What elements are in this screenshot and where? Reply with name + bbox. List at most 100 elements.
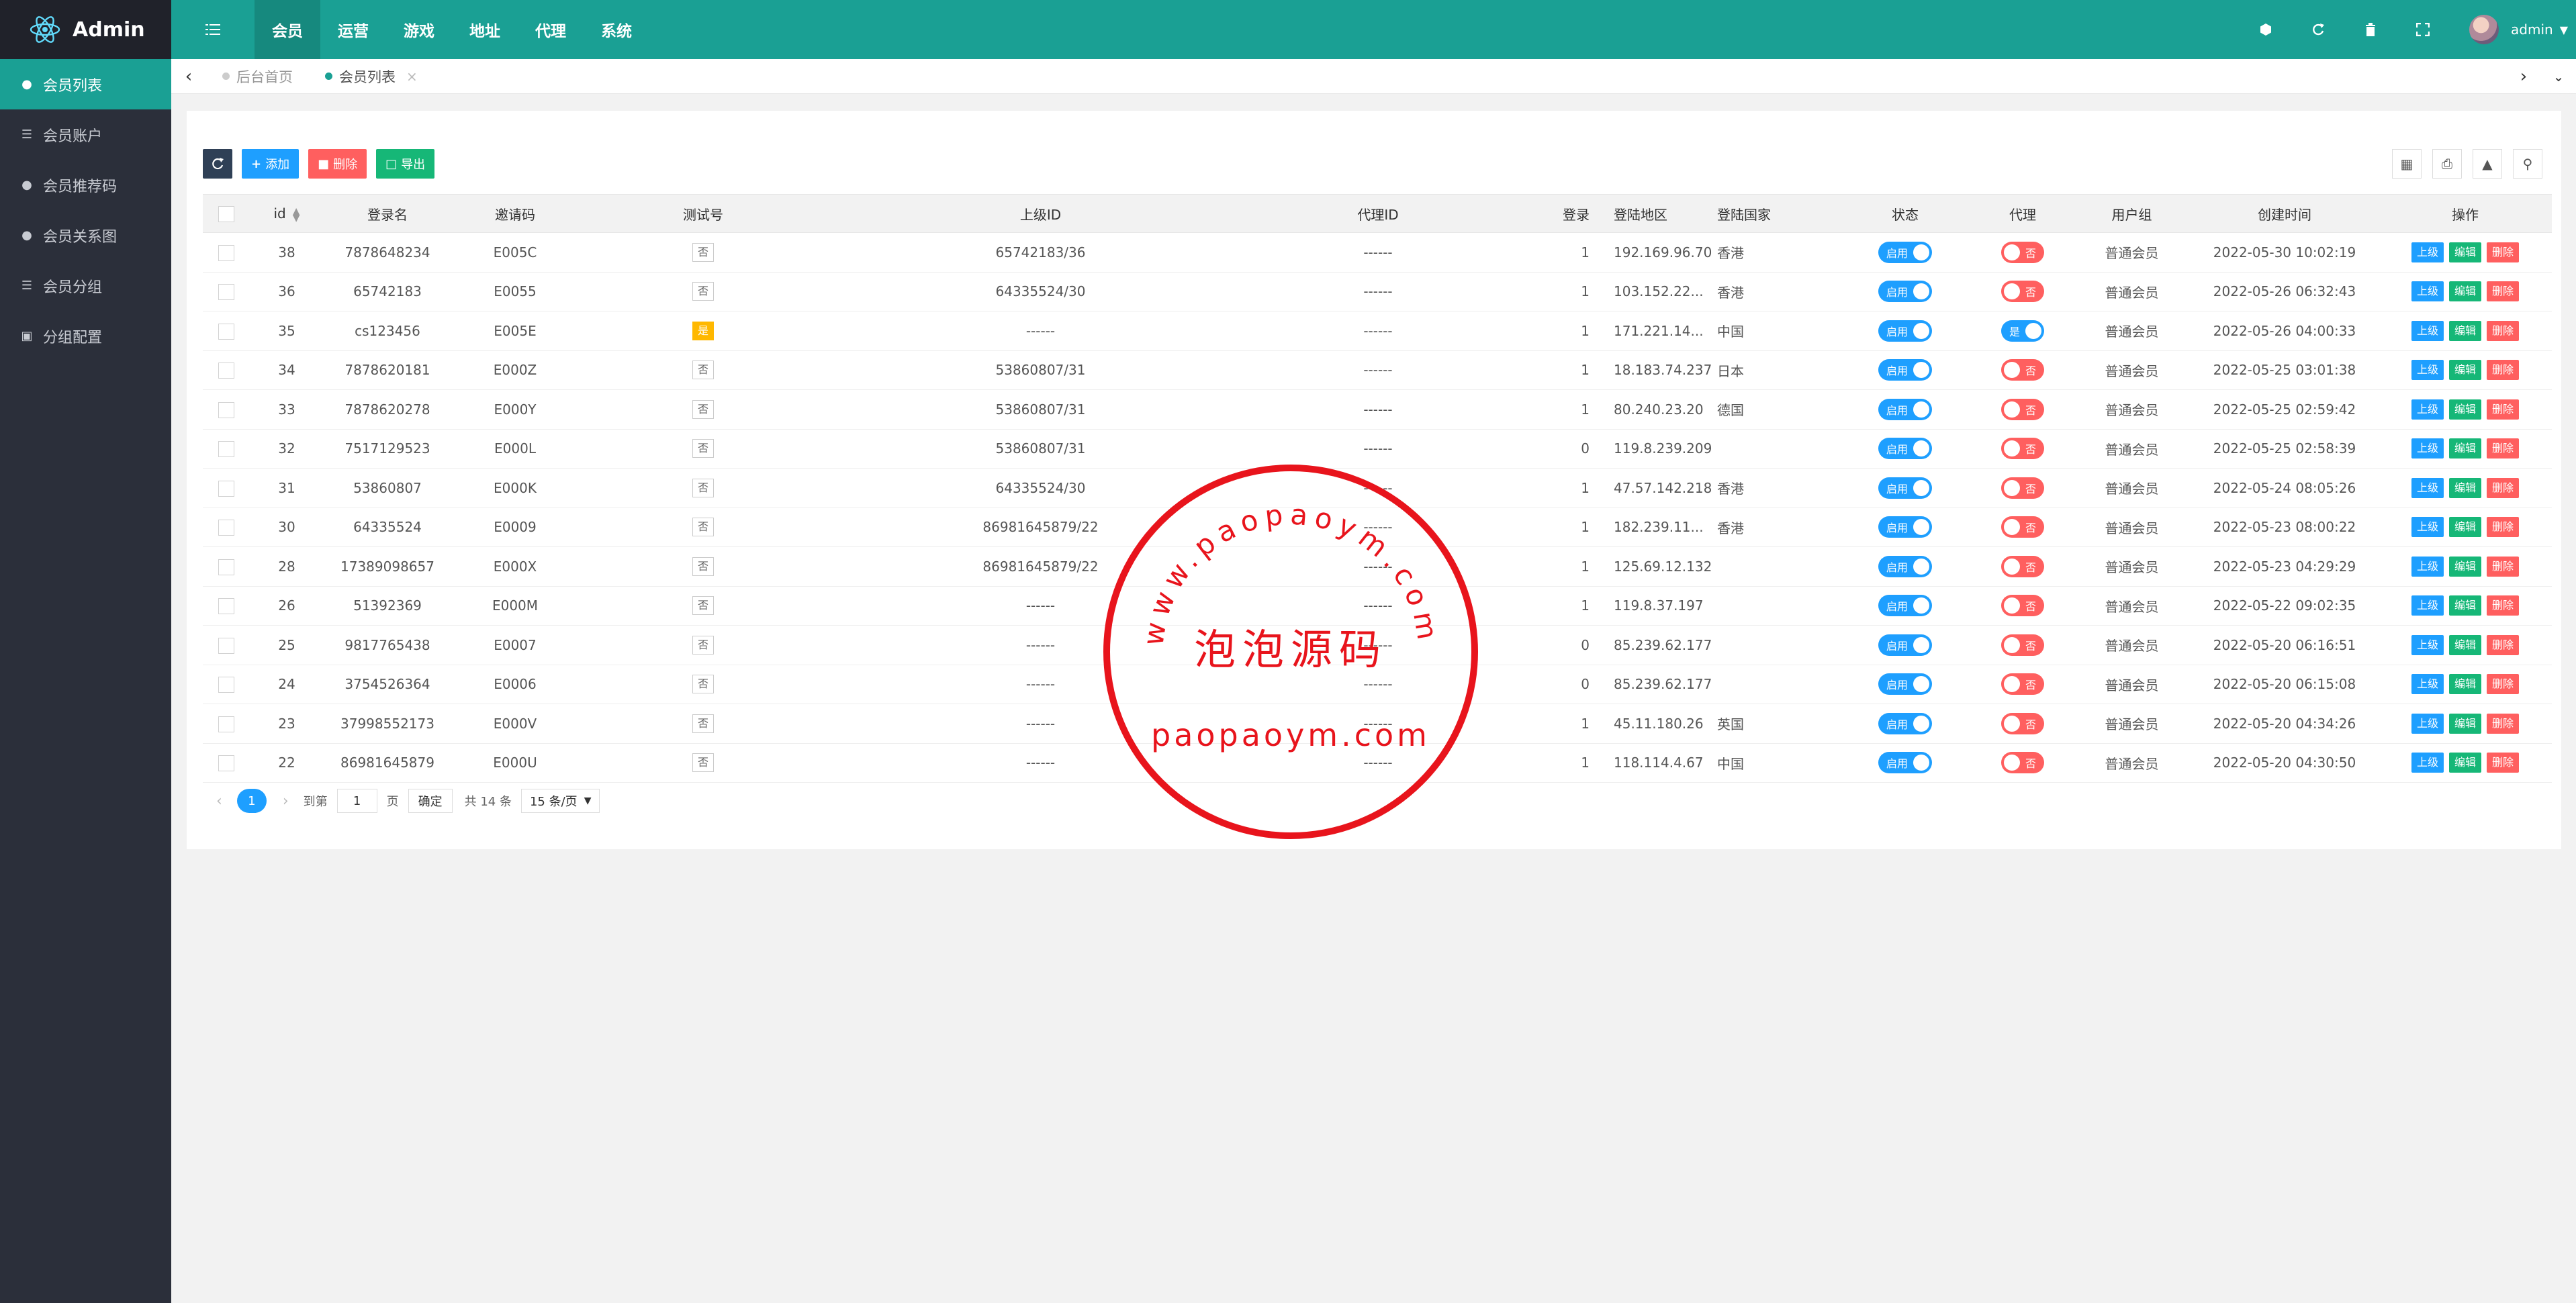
goto-page-input[interactable]: 1 — [336, 789, 377, 813]
goto-confirm-button[interactable]: 确定 — [408, 789, 453, 813]
export-icon[interactable]: ▲ — [2473, 149, 2502, 179]
agent-switch[interactable]: 否 — [2000, 752, 2044, 774]
nav-member[interactable]: 会员 — [255, 0, 320, 59]
status-switch[interactable]: 启用 — [1878, 712, 1932, 734]
fullscreen-icon[interactable] — [2397, 0, 2449, 59]
edit-button[interactable]: 编辑 — [2448, 320, 2481, 341]
row-delete-button[interactable]: 删除 — [2487, 595, 2520, 616]
sidebar-item-relation-graph[interactable]: ● 会员关系图 — [0, 210, 171, 260]
sidebar-item-group-config[interactable]: ▣ 分组配置 — [0, 311, 171, 361]
edit-button[interactable]: 编辑 — [2448, 281, 2481, 302]
edit-button[interactable]: 编辑 — [2448, 517, 2481, 538]
agent-switch[interactable]: 否 — [2000, 673, 2044, 695]
status-switch[interactable]: 启用 — [1878, 555, 1932, 577]
nav-game[interactable]: 游戏 — [386, 0, 452, 59]
agent-switch[interactable]: 否 — [2000, 241, 2044, 263]
row-checkbox[interactable] — [203, 625, 250, 665]
search-icon[interactable]: ⚲ — [2513, 149, 2542, 179]
test-flag[interactable]: 否 — [692, 478, 714, 497]
edit-button[interactable]: 编辑 — [2448, 595, 2481, 616]
test-flag[interactable]: 否 — [692, 596, 714, 616]
row-checkbox[interactable] — [203, 232, 250, 273]
row-delete-button[interactable]: 删除 — [2487, 477, 2520, 498]
parent-button[interactable]: 上级 — [2411, 281, 2444, 302]
row-checkbox[interactable] — [203, 389, 250, 430]
row-checkbox[interactable] — [203, 546, 250, 587]
test-flag[interactable]: 是 — [692, 321, 714, 340]
sidebar-item-referral-code[interactable]: ● 会员推荐码 — [0, 160, 171, 210]
row-checkbox[interactable] — [203, 586, 250, 626]
parent-button[interactable]: 上级 — [2411, 360, 2444, 381]
row-checkbox[interactable] — [203, 429, 250, 469]
user-menu[interactable]: admin ▼ — [2449, 15, 2568, 44]
row-checkbox[interactable] — [203, 272, 250, 311]
edit-button[interactable]: 编辑 — [2448, 674, 2481, 695]
edit-button[interactable]: 编辑 — [2448, 477, 2481, 498]
row-delete-button[interactable]: 删除 — [2487, 320, 2520, 341]
parent-button[interactable]: 上级 — [2411, 674, 2444, 695]
test-flag[interactable]: 否 — [692, 675, 714, 694]
menu-toggle-icon[interactable] — [171, 0, 255, 59]
status-switch[interactable]: 启用 — [1878, 634, 1932, 656]
chevron-down-icon[interactable]: ⌄ — [2541, 59, 2576, 94]
row-delete-button[interactable]: 删除 — [2487, 634, 2520, 655]
edit-button[interactable]: 编辑 — [2448, 634, 2481, 655]
row-delete-button[interactable]: 删除 — [2487, 713, 2520, 734]
edit-button[interactable]: 编辑 — [2448, 242, 2481, 262]
row-checkbox[interactable] — [203, 704, 250, 744]
edit-button[interactable]: 编辑 — [2448, 399, 2481, 420]
row-checkbox[interactable] — [203, 665, 250, 704]
test-flag[interactable]: 否 — [692, 518, 714, 537]
status-switch[interactable]: 启用 — [1878, 752, 1932, 774]
status-switch[interactable]: 启用 — [1878, 359, 1932, 381]
parent-button[interactable]: 上级 — [2411, 517, 2444, 538]
status-switch[interactable]: 启用 — [1878, 241, 1932, 263]
agent-switch[interactable]: 否 — [2000, 281, 2044, 303]
row-checkbox[interactable] — [203, 350, 250, 390]
page-current[interactable]: 1 — [236, 789, 267, 813]
add-button[interactable]: + 添加 — [242, 149, 300, 179]
parent-button[interactable]: 上级 — [2411, 242, 2444, 262]
status-switch[interactable]: 启用 — [1878, 438, 1932, 460]
prev-page-icon[interactable]: ‹ — [216, 793, 222, 810]
page-size-select[interactable]: 15 条/页 ▼ — [520, 789, 600, 813]
delete-button[interactable]: ■ 删除 — [308, 149, 367, 179]
row-delete-button[interactable]: 删除 — [2487, 517, 2520, 538]
row-delete-button[interactable]: 删除 — [2487, 281, 2520, 302]
parent-button[interactable]: 上级 — [2411, 634, 2444, 655]
nav-system[interactable]: 系统 — [584, 0, 649, 59]
status-switch[interactable]: 启用 — [1878, 595, 1932, 617]
row-delete-button[interactable]: 删除 — [2487, 242, 2520, 262]
next-page-icon[interactable]: › — [283, 793, 289, 810]
parent-button[interactable]: 上级 — [2411, 595, 2444, 616]
status-switch[interactable]: 启用 — [1878, 281, 1932, 303]
trash-icon[interactable] — [2344, 0, 2397, 59]
nav-operation[interactable]: 运营 — [320, 0, 386, 59]
row-delete-button[interactable]: 删除 — [2487, 674, 2520, 695]
test-flag[interactable]: 否 — [692, 753, 714, 773]
test-flag[interactable]: 否 — [692, 399, 714, 419]
edit-button[interactable]: 编辑 — [2448, 753, 2481, 773]
test-flag[interactable]: 否 — [692, 635, 714, 655]
row-checkbox[interactable] — [203, 468, 250, 508]
print-icon[interactable]: ⎙ — [2432, 149, 2462, 179]
status-switch[interactable]: 启用 — [1878, 398, 1932, 420]
test-flag[interactable]: 否 — [692, 360, 714, 380]
edit-button[interactable]: 编辑 — [2448, 360, 2481, 381]
edit-button[interactable]: 编辑 — [2448, 713, 2481, 734]
agent-switch[interactable]: 否 — [2000, 634, 2044, 656]
columns-icon[interactable]: ▦ — [2392, 149, 2422, 179]
parent-button[interactable]: 上级 — [2411, 713, 2444, 734]
refresh-button[interactable] — [203, 149, 232, 179]
row-checkbox[interactable] — [203, 743, 250, 783]
agent-switch[interactable]: 否 — [2000, 516, 2044, 538]
tab-scroll-right-icon[interactable]: › — [2506, 59, 2541, 94]
row-delete-button[interactable]: 删除 — [2487, 399, 2520, 420]
agent-switch[interactable]: 否 — [2000, 359, 2044, 381]
col-id[interactable]: id ▲ ▼ — [250, 194, 324, 233]
agent-switch[interactable]: 否 — [2000, 555, 2044, 577]
test-flag[interactable]: 否 — [692, 242, 714, 262]
refresh-icon[interactable] — [2292, 0, 2344, 59]
parent-button[interactable]: 上级 — [2411, 320, 2444, 341]
status-switch[interactable]: 启用 — [1878, 673, 1932, 695]
